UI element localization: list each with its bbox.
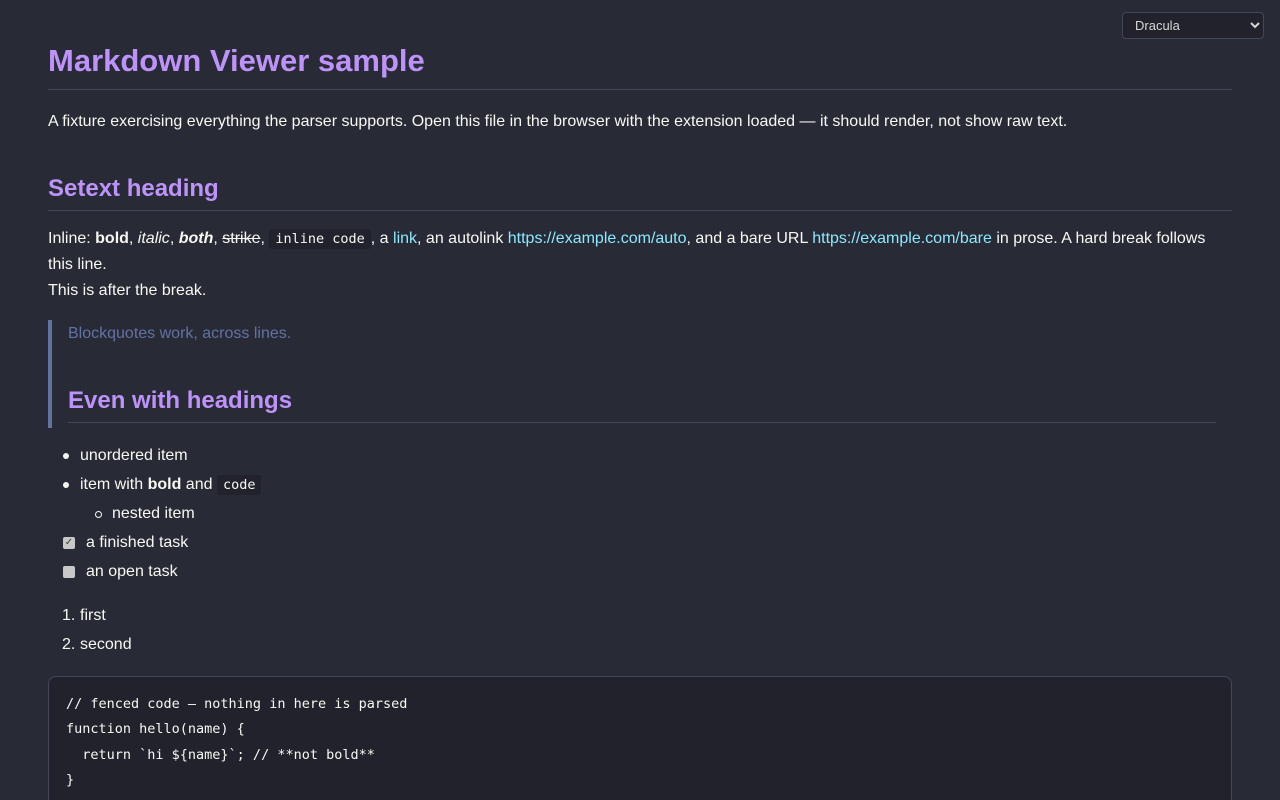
code-line: return `hi ${name}`; // **not bold** [66,747,375,763]
ordered-list: 1. first 2. second [48,606,648,664]
checkbox-unchecked-icon[interactable] [63,566,75,578]
list-item-code: code [216,475,262,495]
list-item: item with bold and code [48,475,648,504]
list-item-mid: and [181,476,217,493]
bullet-icon [63,453,69,459]
inline-sep: , a [370,230,394,247]
list-item-bold: bold [147,476,182,493]
autolink[interactable]: https://example.com/auto [508,230,687,247]
after-break-text: This is after the break. [48,282,207,299]
inline-paragraph: Inline: bold, italic, both, strike, inli… [48,226,1232,304]
bullet-icon [63,482,69,488]
inline-sep: , [213,230,223,247]
hollow-bullet-icon [95,511,102,518]
inline-sep: , an autolink [417,230,508,247]
task-item: ✓ a finished task [48,533,648,562]
task-item: an open task [48,562,648,591]
task-label: an open task [86,563,178,580]
ordered-item-text: second [80,636,132,653]
ordered-item: 2. second [48,635,648,664]
nested-item-text: nested item [112,505,195,522]
checkbox-checked-icon[interactable]: ✓ [63,537,75,549]
inline-sep: , [128,230,138,247]
inline-bold-italic: both [178,230,214,247]
theme-select[interactable]: Dracula [1122,12,1264,39]
inline-link[interactable]: link [393,230,417,247]
inline-code: inline code [269,229,371,249]
code-block: // fenced code — nothing in here is pars… [48,676,1232,800]
inline-prefix: Inline: [48,230,96,247]
ordered-item-number: 1. [62,607,76,624]
task-label: a finished task [86,534,189,551]
nested-list-item: nested item [48,504,648,533]
unordered-list: unordered item item with bold and code n… [48,446,648,591]
ordered-item: 1. first [48,606,648,635]
inline-sep: , and a bare URL [686,230,813,247]
code-line: function hello(name) { [66,721,245,737]
setext-heading: Setext heading [48,174,1232,211]
blockquote-heading: Even with headings [68,386,1216,423]
page-title: Markdown Viewer sample [48,42,1232,90]
inline-sep: , [169,230,179,247]
inline-strike: strike [222,230,261,247]
inline-italic: italic [137,230,170,247]
list-item-prefix: item with [80,476,148,493]
ordered-item-text: first [80,607,106,624]
code-line: } [66,772,75,788]
list-item: unordered item [48,446,648,475]
intro-paragraph: A fixture exercising everything the pars… [48,113,1068,130]
inline-bold: bold [95,230,129,247]
list-item-text: item with bold and code [80,475,262,495]
blockquote-text: Blockquotes work, across lines. [68,325,292,342]
list-item-text: unordered item [80,447,188,464]
code-line: // fenced code — nothing in here is pars… [66,696,408,712]
ordered-item-number: 2. [62,636,76,653]
bare-url-link[interactable]: https://example.com/bare [812,230,992,247]
